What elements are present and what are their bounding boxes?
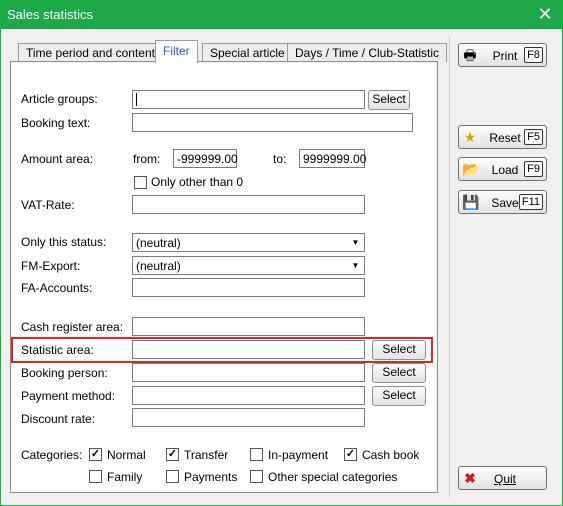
sales-statistics-window: Sales statistics ✕ Time period and conte… (0, 0, 563, 506)
category-cash-book-label: Cash book (362, 448, 420, 462)
save-shortcut: F11 (518, 194, 543, 210)
category-payments-label: Payments (184, 470, 238, 484)
printer-icon: 🖶 (463, 47, 477, 63)
payment-method-select-button[interactable]: Select (372, 386, 426, 406)
category-transfer-checkbox[interactable]: ✓ (166, 448, 179, 461)
category-family-checkbox[interactable] (89, 470, 102, 483)
article-groups-label: Article groups: (21, 92, 98, 106)
category-in-payment-label: In-payment (268, 448, 329, 462)
category-normal-checkbox[interactable]: ✓ (89, 448, 102, 461)
floppy-icon: 💾 (462, 194, 480, 210)
close-icon: ✖ (464, 470, 476, 486)
sidebar-separator (449, 37, 450, 497)
star-icon: ★ (463, 129, 477, 145)
payment-method-label: Payment method: (21, 389, 116, 403)
tab-special-article[interactable]: Special article (202, 43, 293, 62)
only-other-than-zero-label: Only other than 0 (151, 175, 244, 189)
amount-area-label: Amount area: (21, 152, 94, 166)
statistic-area-label: Statistic area: (21, 343, 94, 357)
reset-shortcut: F5 (524, 129, 543, 145)
dropdown-arrow-icon[interactable]: ▼ (349, 259, 362, 272)
category-payments-checkbox[interactable] (166, 470, 179, 483)
tab-days-time-club-statistic[interactable]: Days / Time / Club-Statistic (287, 43, 448, 62)
discount-rate-label: Discount rate: (21, 412, 96, 426)
category-family-label: Family (107, 470, 143, 484)
booking-text-input[interactable] (132, 113, 413, 132)
close-icon[interactable]: ✕ (528, 1, 562, 29)
fa-accounts-label: FA-Accounts: (21, 281, 93, 295)
category-other-special-label: Other special categories (268, 470, 398, 484)
load-shortcut: F9 (524, 161, 543, 177)
category-cash-book-checkbox[interactable]: ✓ (344, 448, 357, 461)
cash-register-area-input[interactable] (132, 317, 365, 336)
amount-from-label: from: (133, 152, 161, 166)
save-button[interactable]: 💾 Save F11 (458, 190, 547, 214)
title-bar: Sales statistics ✕ (1, 1, 562, 29)
article-groups-select-button[interactable]: Select (368, 90, 410, 110)
fm-export-label: FM-Export: (21, 259, 81, 273)
reset-button[interactable]: ★ Reset F5 (458, 125, 547, 149)
tab-time-period-and-content[interactable]: Time period and content (18, 43, 163, 62)
quit-button[interactable]: ✖ Quit (458, 466, 547, 490)
payment-method-input[interactable] (132, 386, 365, 405)
booking-person-select-button[interactable]: Select (372, 363, 426, 383)
only-this-status-select[interactable]: (neutral) ▼ (132, 233, 365, 252)
amount-to-label: to: (273, 152, 287, 166)
vat-rate-input[interactable] (132, 195, 365, 214)
print-button[interactable]: 🖶 Print F8 (458, 43, 547, 67)
categories-label: Categories: (21, 448, 83, 462)
fa-accounts-input[interactable] (132, 278, 365, 297)
article-groups-input[interactable] (132, 90, 365, 109)
tab-filter[interactable]: Filter (155, 40, 198, 63)
discount-rate-input[interactable] (132, 408, 365, 427)
booking-person-input[interactable] (132, 363, 365, 382)
window-title: Sales statistics (7, 7, 93, 22)
print-shortcut: F8 (524, 47, 543, 63)
folder-icon: 📂 (462, 161, 480, 177)
statistic-area-select-button[interactable]: Select (372, 340, 426, 360)
cash-register-area-label: Cash register area: (21, 320, 124, 334)
booking-text-label: Booking text: (21, 116, 91, 130)
vat-rate-label: VAT-Rate: (21, 198, 75, 212)
amount-to-input[interactable]: 9999999.00 (299, 149, 366, 168)
category-transfer-label: Transfer (184, 448, 229, 462)
only-other-than-zero-checkbox[interactable] (134, 176, 147, 189)
category-normal-label: Normal (107, 448, 146, 462)
fm-export-select[interactable]: (neutral) ▼ (132, 256, 365, 275)
load-button[interactable]: 📂 Load F9 (458, 157, 547, 181)
booking-person-label: Booking person: (21, 366, 108, 380)
category-other-special-checkbox[interactable] (250, 470, 263, 483)
category-in-payment-checkbox[interactable] (250, 448, 263, 461)
dropdown-arrow-icon[interactable]: ▼ (349, 236, 362, 249)
only-this-status-label: Only this status: (21, 235, 107, 249)
statistic-area-input[interactable] (132, 340, 365, 359)
amount-from-input[interactable]: -999999.00 (173, 149, 238, 168)
